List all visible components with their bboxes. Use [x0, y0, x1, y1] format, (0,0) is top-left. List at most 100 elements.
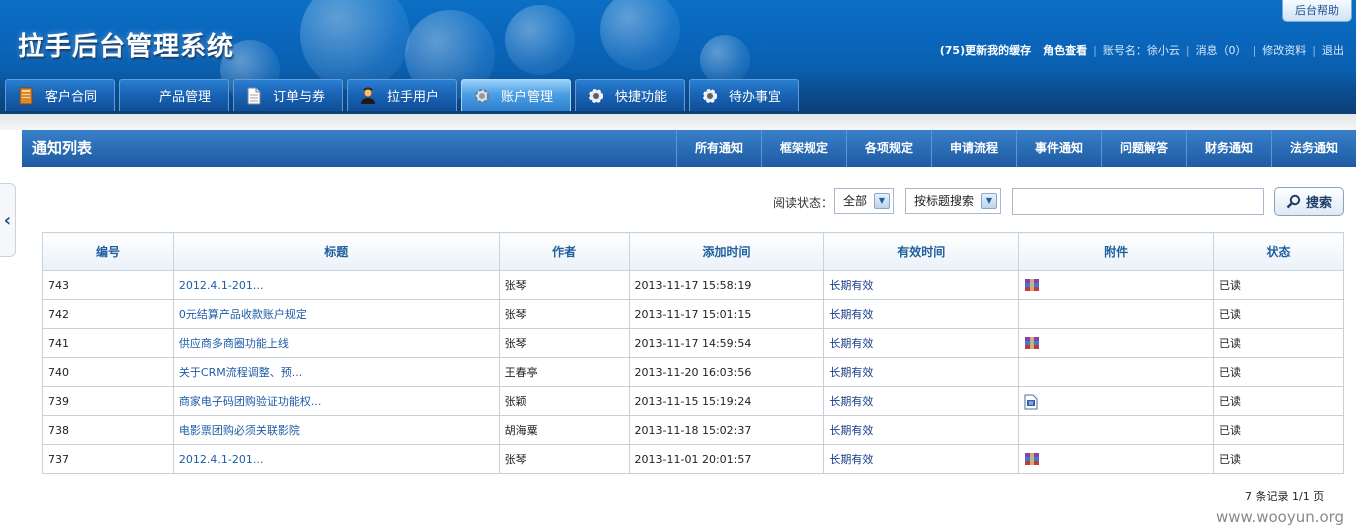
- table-row: 743 2012.4.1-201... 张琴 2013-11-17 15:58:19 长…: [42, 270, 1344, 300]
- cell-author: 张琴: [498, 444, 630, 474]
- cell-attachment: [1018, 270, 1215, 300]
- cell-attachment: [1018, 357, 1215, 387]
- column-header-id[interactable]: 编号: [42, 232, 174, 271]
- tab-label: 拉手用户: [387, 90, 440, 105]
- category-finance-notices[interactable]: 财务通知: [1186, 130, 1271, 167]
- cell-status: 已读: [1213, 328, 1344, 358]
- cell-author: 张颖: [498, 386, 630, 416]
- category-framework-rules[interactable]: 框架规定: [761, 130, 846, 167]
- table-body: 743 2012.4.1-201... 张琴 2013-11-17 15:58:19 长…: [42, 270, 1344, 474]
- table-row: 741 供应商多商圈功能上线 张琴 2013-11-17 14:59:54 长期有效 已读: [42, 328, 1344, 358]
- cell-author: 胡海粟: [498, 415, 630, 445]
- pagination-summary: 7 条记录 1/1 页: [1245, 490, 1325, 503]
- tab-todo[interactable]: 待办事宜: [689, 79, 799, 111]
- cell-status: 已读: [1213, 386, 1344, 416]
- category-legal-notices[interactable]: 法务通知: [1271, 130, 1356, 167]
- notice-title-link[interactable]: 供应商多商圈功能上线: [172, 328, 500, 358]
- tab-label: 订单与券: [273, 90, 326, 105]
- column-header-status[interactable]: 状态: [1213, 232, 1344, 271]
- search-mode-select[interactable]: 按标题搜索 ▼: [905, 188, 1001, 214]
- category-faq[interactable]: 问题解答: [1101, 130, 1186, 167]
- tab-orders-coupons[interactable]: 订单与券: [233, 79, 343, 111]
- cell-added-time: 2013-11-17 15:01:15: [628, 299, 825, 329]
- decor-bubble: [505, 5, 575, 75]
- table-row: 742 0元结算产品收款账户规定 张琴 2013-11-17 15:01:15 长期有效…: [42, 299, 1344, 329]
- read-status-label: 阅读状态：: [773, 196, 834, 210]
- cell-added-time: 2013-11-17 14:59:54: [628, 328, 825, 358]
- cell-author: 张琴: [498, 299, 630, 329]
- notice-table: 编号 标题 作者 添加时间 有效时间 附件 状态 743 2012.4.1-201…: [42, 232, 1344, 474]
- tab-label: 快捷功能: [615, 90, 668, 105]
- search-button[interactable]: 搜索: [1274, 187, 1344, 216]
- cell-valid-time: 长期有效: [823, 270, 1020, 300]
- decor-bubble: [300, 0, 410, 90]
- cell-valid-time: 长期有效: [823, 386, 1020, 416]
- word-document-icon[interactable]: W: [1024, 394, 1040, 410]
- search-mode-value: 按标题搜索: [914, 194, 975, 208]
- column-header-added-time[interactable]: 添加时间: [628, 232, 825, 271]
- notice-title-link[interactable]: 0元结算产品收款账户规定: [172, 299, 500, 329]
- dropdown-arrow-icon: ▼: [874, 193, 890, 209]
- view-role-link[interactable]: 角色查看: [1037, 42, 1093, 58]
- read-status-select[interactable]: 全部 ▼: [834, 188, 894, 214]
- tab-label: 待办事宜: [729, 90, 782, 105]
- cell-valid-time: 长期有效: [823, 299, 1020, 329]
- logout-link[interactable]: 退出: [1316, 42, 1350, 58]
- cell-status: 已读: [1213, 357, 1344, 387]
- messages-link[interactable]: 消息（0）: [1190, 42, 1253, 58]
- column-header-author[interactable]: 作者: [498, 232, 630, 271]
- cell-status: 已读: [1213, 299, 1344, 329]
- collapse-sidebar-button[interactable]: ‹: [0, 183, 16, 257]
- tab-label: 客户合同: [45, 90, 98, 105]
- cell-id: 743: [42, 270, 174, 300]
- refresh-cache-link[interactable]: (75)更新我的缓存: [934, 42, 1037, 58]
- tab-lashou-users[interactable]: 拉手用户: [347, 79, 457, 111]
- search-input[interactable]: [1012, 188, 1264, 215]
- category-application-process[interactable]: 申请流程: [931, 130, 1016, 167]
- user-toolbar: (75)更新我的缓存 角色查看 | 账号名：徐小云 | 消息（0） | 修改资料…: [934, 42, 1350, 58]
- cell-author: 张琴: [498, 270, 630, 300]
- dropdown-arrow-icon: ▼: [981, 193, 997, 209]
- edit-profile-link[interactable]: 修改资料: [1256, 42, 1312, 58]
- cell-id: 739: [42, 386, 174, 416]
- svg-text:W: W: [1029, 401, 1034, 407]
- header-banner: 拉手后台管理系统 后台帮助 (75)更新我的缓存 角色查看 | 账号名：徐小云 …: [0, 0, 1356, 114]
- rar-archive-icon[interactable]: [1024, 278, 1040, 292]
- column-header-valid-time[interactable]: 有效时间: [823, 232, 1020, 271]
- rar-archive-icon[interactable]: [1024, 336, 1040, 350]
- header-divider-strip: [0, 114, 1356, 130]
- rar-archive-icon[interactable]: [1024, 452, 1040, 466]
- tab-account-management[interactable]: 账户管理: [461, 79, 571, 111]
- notice-title-link[interactable]: 2012.4.1-201...: [172, 444, 500, 474]
- cell-added-time: 2013-11-17 15:58:19: [628, 270, 825, 300]
- cell-valid-time: 长期有效: [823, 328, 1020, 358]
- tab-customer-contract[interactable]: 客户合同: [5, 79, 115, 111]
- cell-added-time: 2013-11-01 20:01:57: [628, 444, 825, 474]
- tab-product-management[interactable]: 产品管理: [119, 79, 229, 111]
- gear-icon: [700, 86, 720, 106]
- category-event-notices[interactable]: 事件通知: [1016, 130, 1101, 167]
- table-row: 740 关于CRM流程调整、预... 王春亭 2013-11-20 16:03:56 长…: [42, 357, 1344, 387]
- notice-title-link[interactable]: 电影票团购必须关联影院: [172, 415, 500, 445]
- notice-title-link[interactable]: 商家电子码团购验证功能权...: [172, 386, 500, 416]
- notice-title-link[interactable]: 2012.4.1-201...: [172, 270, 500, 300]
- cell-attachment: [1018, 299, 1215, 329]
- notice-title-link[interactable]: 关于CRM流程调整、预...: [172, 357, 500, 387]
- watermark: www.wooyun.org: [1216, 508, 1345, 526]
- cell-attachment: W: [1018, 386, 1215, 416]
- cell-added-time: 2013-11-15 15:19:24: [628, 386, 825, 416]
- cell-author: 王春亭: [498, 357, 630, 387]
- cell-added-time: 2013-11-20 16:03:56: [628, 357, 825, 387]
- category-all-notices[interactable]: 所有通知: [676, 130, 761, 167]
- tab-shortcuts[interactable]: 快捷功能: [575, 79, 685, 111]
- blank-icon: [130, 86, 150, 106]
- column-header-attachment[interactable]: 附件: [1018, 232, 1215, 271]
- search-icon: [1286, 194, 1301, 209]
- column-header-title[interactable]: 标题: [172, 232, 500, 271]
- help-button[interactable]: 后台帮助: [1282, 0, 1352, 22]
- cell-valid-time: 长期有效: [823, 415, 1020, 445]
- cell-id: 740: [42, 357, 174, 387]
- category-various-rules[interactable]: 各项规定: [846, 130, 931, 167]
- table-row: 737 2012.4.1-201... 张琴 2013-11-01 20:01:57 长…: [42, 444, 1344, 474]
- search-button-label: 搜索: [1305, 196, 1332, 211]
